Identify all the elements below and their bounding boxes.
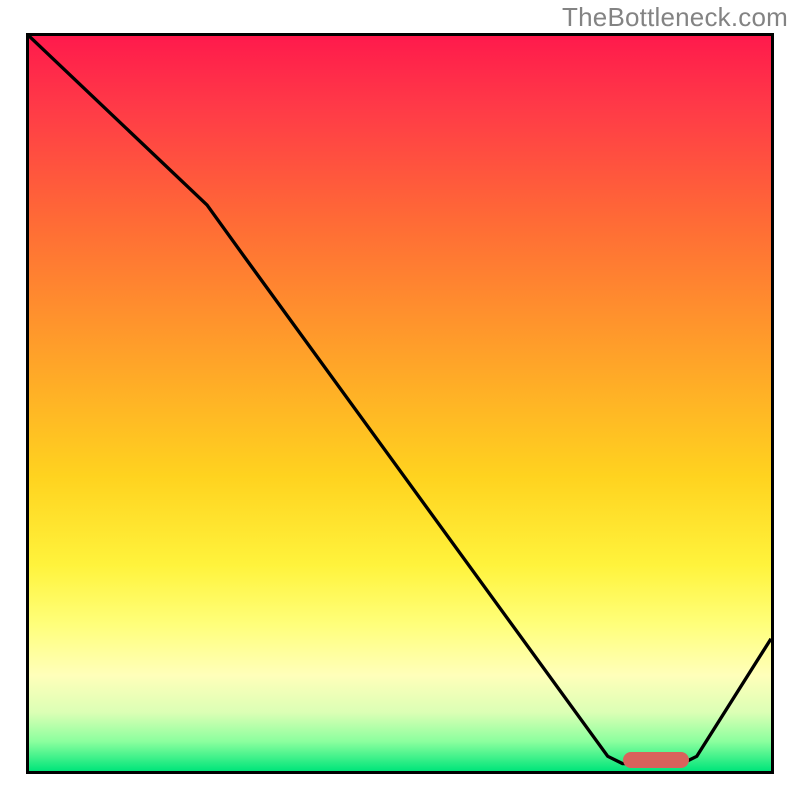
watermark-label: TheBottleneck.com <box>562 2 788 33</box>
optimal-zone-marker <box>623 752 690 768</box>
chart-page: TheBottleneck.com <box>0 0 800 800</box>
plot-frame <box>26 33 774 774</box>
bottleneck-curve <box>29 36 771 771</box>
